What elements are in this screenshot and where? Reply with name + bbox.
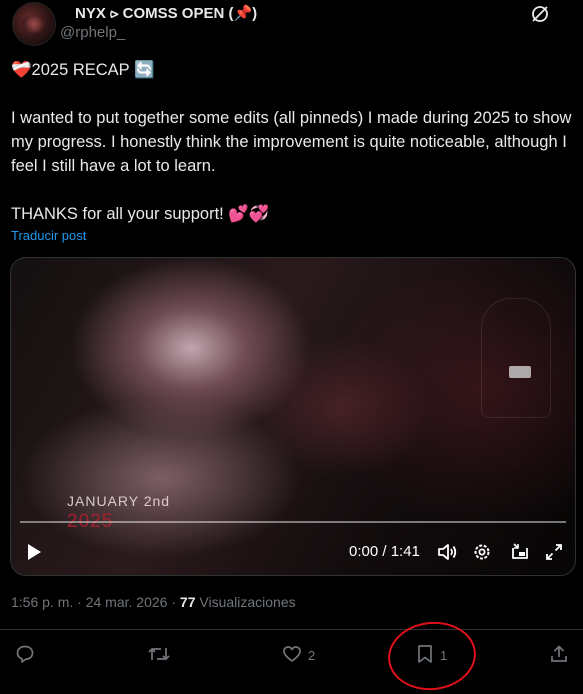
- meta-separator: ·: [171, 594, 177, 610]
- video-controls: 0:00 / 1:41: [11, 534, 575, 570]
- translate-post-link[interactable]: Traducir post: [11, 228, 86, 243]
- views-count: 77: [179, 594, 196, 610]
- video-overlay-date: JANUARY 2nd: [67, 493, 171, 509]
- post-time[interactable]: 1:56 p. m.: [11, 594, 73, 610]
- reply-button[interactable]: [15, 642, 35, 668]
- retweet-icon: [147, 644, 171, 667]
- post-text-line: [11, 82, 573, 106]
- post-actions-bar: 2 1: [0, 630, 583, 680]
- video-thumbnail-art: [481, 298, 551, 418]
- post-header: NYX ⪧ COMSS OPEN (📌) @rphelp_: [0, 0, 583, 48]
- fullscreen-icon[interactable]: [539, 534, 569, 570]
- reply-icon: [15, 644, 35, 667]
- like-count: 2: [308, 647, 316, 663]
- post-text: ❤️‍🩹2025 RECAP 🔄 I wanted to put togethe…: [11, 58, 573, 226]
- views-label: Visualizaciones: [199, 594, 296, 610]
- grok-icon[interactable]: [530, 4, 550, 24]
- retweet-button[interactable]: [147, 642, 171, 668]
- settings-icon[interactable]: [467, 534, 497, 570]
- author-handle[interactable]: @rphelp_: [60, 24, 125, 41]
- post-text-line: ❤️‍🩹2025 RECAP 🔄: [11, 61, 155, 79]
- video-player[interactable]: JANUARY 2nd 2025 0:00 / 1:41: [10, 257, 576, 576]
- post-date[interactable]: 24 mar. 2026: [86, 594, 168, 610]
- post-text-line: THANKS for all your support! 💕💞: [11, 205, 270, 223]
- meta-separator: ·: [77, 594, 82, 610]
- post-meta: 1:56 p. m. · 24 mar. 2026 · 77 Visualiza…: [11, 594, 296, 610]
- pip-icon[interactable]: [505, 534, 535, 570]
- post-text-line: I wanted to put together some edits (all…: [11, 109, 572, 175]
- avatar[interactable]: [12, 2, 56, 46]
- like-icon: [282, 644, 302, 667]
- play-icon[interactable]: [19, 534, 49, 570]
- video-progress-bar[interactable]: [20, 521, 566, 523]
- volume-icon[interactable]: [432, 534, 462, 570]
- like-button[interactable]: 2: [282, 642, 315, 668]
- share-button[interactable]: [549, 642, 569, 668]
- share-icon: [549, 644, 569, 667]
- video-time: 0:00 / 1:41: [349, 543, 420, 560]
- video-thumbnail-logo: [509, 366, 531, 378]
- post-text-line: [11, 178, 573, 202]
- author-display-name[interactable]: NYX ⪧ COMSS OPEN (📌): [75, 4, 257, 22]
